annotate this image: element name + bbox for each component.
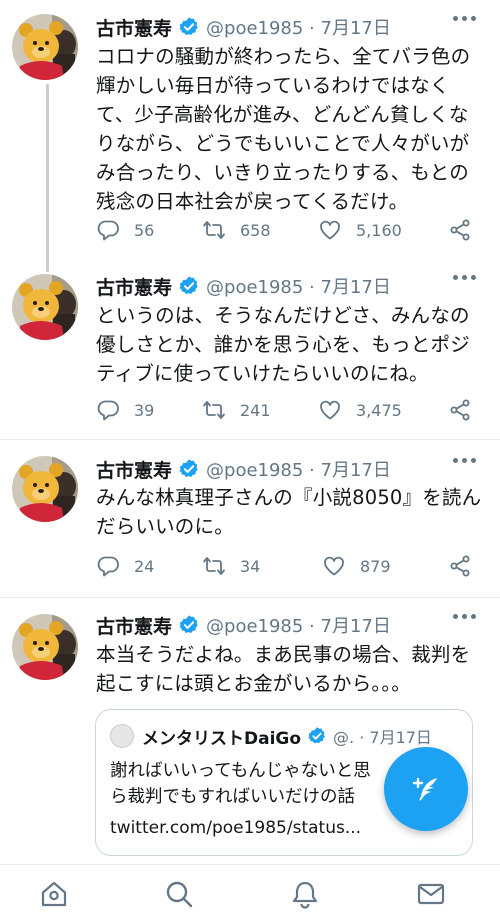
like-count: 879 <box>360 556 391 576</box>
tweet-text-line: 優しさとか、誰かを思う心を、もっとポジ <box>96 333 470 356</box>
notifications-icon <box>292 881 318 909</box>
quoted-handle-and-date: @. · 7月17日 <box>333 728 432 747</box>
handle-and-date[interactable]: @poe1985 · 7月17日 <box>206 14 391 40</box>
quoted-tweet-header: メンタリストDaiGo @. · 7月17日 <box>110 723 432 749</box>
reply-count: 56 <box>134 220 155 240</box>
tweet-header: 古市憲寿 @poe1985 · 7月17日 <box>96 271 480 301</box>
tweet-text: コロナの騒動が終わったら、全てバラ色の 輝かしい毎日が待っているわけではなく て… <box>96 42 486 216</box>
share-button[interactable] <box>448 398 472 422</box>
reply-button[interactable]: 56 <box>96 218 154 242</box>
tweet-text-line: 起こすには頭とお金がいるから。。。 <box>96 672 412 695</box>
verified-badge-icon <box>178 275 199 295</box>
more-options-icon[interactable] <box>453 458 476 463</box>
tweet-text-line: ティブに使っていけたらいいのにね。 <box>96 362 429 385</box>
handle-and-date[interactable]: @poe1985 · 7月17日 <box>206 612 391 638</box>
more-options-icon[interactable] <box>453 16 476 21</box>
more-options-icon[interactable] <box>453 275 476 280</box>
heart-icon <box>324 556 344 576</box>
quoted-avatar <box>110 724 134 748</box>
display-name[interactable]: 古市憲寿 <box>96 456 172 483</box>
retweet-button[interactable]: 241 <box>202 398 271 422</box>
like-button[interactable]: 3,475 <box>318 398 402 422</box>
handle-and-date[interactable]: @poe1985 · 7月17日 <box>206 273 391 299</box>
tweet-text-line: というのは、そうなんだけどさ、みんなの <box>96 304 470 327</box>
reply-button[interactable]: 39 <box>96 398 154 422</box>
avatar[interactable] <box>12 614 78 680</box>
verified-badge-icon <box>178 614 199 634</box>
display-name[interactable]: 古市憲寿 <box>96 14 172 41</box>
messages-icon <box>417 883 445 905</box>
home-icon <box>41 881 67 907</box>
reply-count: 39 <box>134 400 155 420</box>
like-count: 3,475 <box>356 400 402 420</box>
more-options-icon[interactable] <box>453 614 476 619</box>
display-name[interactable]: 古市憲寿 <box>96 612 172 639</box>
tweet-header: 古市憲寿 @poe1985 · 7月17日 <box>96 610 480 640</box>
nav-search[interactable] <box>164 879 194 909</box>
avatar[interactable] <box>12 14 78 80</box>
display-name[interactable]: 古市憲寿 <box>96 273 172 300</box>
tweet-text-line: 輝かしい毎日が待っているわけではなく <box>96 74 450 97</box>
tweet-text-line: 本当そうだよね。まあ民事の場合、裁判を <box>96 643 471 666</box>
tweet-text-line: み合ったり、いきり立ったりする、もとの <box>96 161 469 184</box>
thread-connector <box>46 84 49 272</box>
compose-tweet-button[interactable] <box>384 747 468 831</box>
tweet-text: みんな林真理子さんの『小説8050』を読ん だらいいのに。 <box>96 483 486 541</box>
quoted-display-name: メンタリストDaiGo <box>142 728 302 749</box>
tweet-text-line: て、少子高齢化が進み、どんどん貧しくな <box>96 103 469 126</box>
nav-messages[interactable] <box>416 879 446 909</box>
share-icon <box>450 399 470 421</box>
tweet-text: 本当そうだよね。まあ民事の場合、裁判を 起こすには頭とお金がいるから。。。 <box>96 640 486 698</box>
like-count: 5,160 <box>356 220 402 240</box>
heart-icon <box>320 220 340 240</box>
share-button[interactable] <box>448 218 472 242</box>
handle-and-date[interactable]: @poe1985 · 7月17日 <box>206 456 391 482</box>
share-icon <box>450 219 470 241</box>
tweet[interactable]: 古市憲寿 @poe1985 · 7月17日 コロナの騒動が終わったら、全てバラ色… <box>0 0 500 272</box>
tweet-actions: 39 241 3,475 <box>96 395 480 425</box>
avatar[interactable] <box>12 456 78 522</box>
like-button[interactable]: 5,160 <box>318 218 402 242</box>
tweet[interactable]: 古市憲寿 @poe1985 · 7月17日 というのは、そうなんだけどさ、みんな… <box>0 262 500 440</box>
tweet-text: というのは、そうなんだけどさ、みんなの 優しさとか、誰かを思う心を、もっとポジ … <box>96 301 486 388</box>
retweet-icon <box>203 221 225 239</box>
tweet-text-line: コロナの騒動が終わったら、全てバラ色の <box>96 45 471 68</box>
tweet-actions: 24 34 879 <box>96 551 480 581</box>
nav-home[interactable] <box>39 879 69 909</box>
retweet-count: 241 <box>240 400 271 420</box>
quoted-tweet-link[interactable]: twitter.com/poe1985/status... <box>110 818 361 838</box>
retweet-icon <box>203 557 225 575</box>
reply-button[interactable]: 24 <box>96 554 154 578</box>
retweet-icon <box>203 401 225 419</box>
tweet-header: 古市憲寿 @poe1985 · 7月17日 <box>96 454 480 484</box>
like-button[interactable]: 879 <box>322 554 391 578</box>
tweet-actions: 56 658 5,160 <box>96 215 480 245</box>
tweet-text-line: だらいいのに。 <box>96 515 234 538</box>
search-icon <box>166 881 193 908</box>
verified-badge-icon <box>307 726 326 745</box>
tweet-text-line: りながら、どうでもいいことで人々がいが <box>96 132 470 155</box>
tweet[interactable]: 古市憲寿 @poe1985 · 7月17日 みんな林真理子さんの『小説8050』… <box>0 440 500 598</box>
tweet-text-line: みんな林真理子さんの『小説8050』を読ん <box>96 486 482 509</box>
retweet-button[interactable]: 34 <box>202 554 260 578</box>
reply-icon <box>97 220 119 241</box>
reply-icon <box>97 556 119 577</box>
verified-badge-icon <box>178 458 199 478</box>
reply-count: 24 <box>134 556 155 576</box>
verified-badge-icon <box>178 16 199 36</box>
retweet-button[interactable]: 658 <box>202 218 271 242</box>
retweet-count: 658 <box>240 220 271 240</box>
tweet-text-line: 残念の日本社会が戻ってくるだけ。 <box>96 190 409 213</box>
compose-tweet-icon <box>412 777 437 801</box>
nav-notifications[interactable] <box>290 879 320 909</box>
share-icon <box>450 555 470 577</box>
retweet-count: 34 <box>240 556 261 576</box>
share-button[interactable] <box>448 554 472 578</box>
heart-icon <box>320 400 340 420</box>
reply-icon <box>97 400 119 421</box>
tweet-header: 古市憲寿 @poe1985 · 7月17日 <box>96 12 480 42</box>
bottom-navigation <box>0 864 500 915</box>
avatar[interactable] <box>12 274 78 340</box>
